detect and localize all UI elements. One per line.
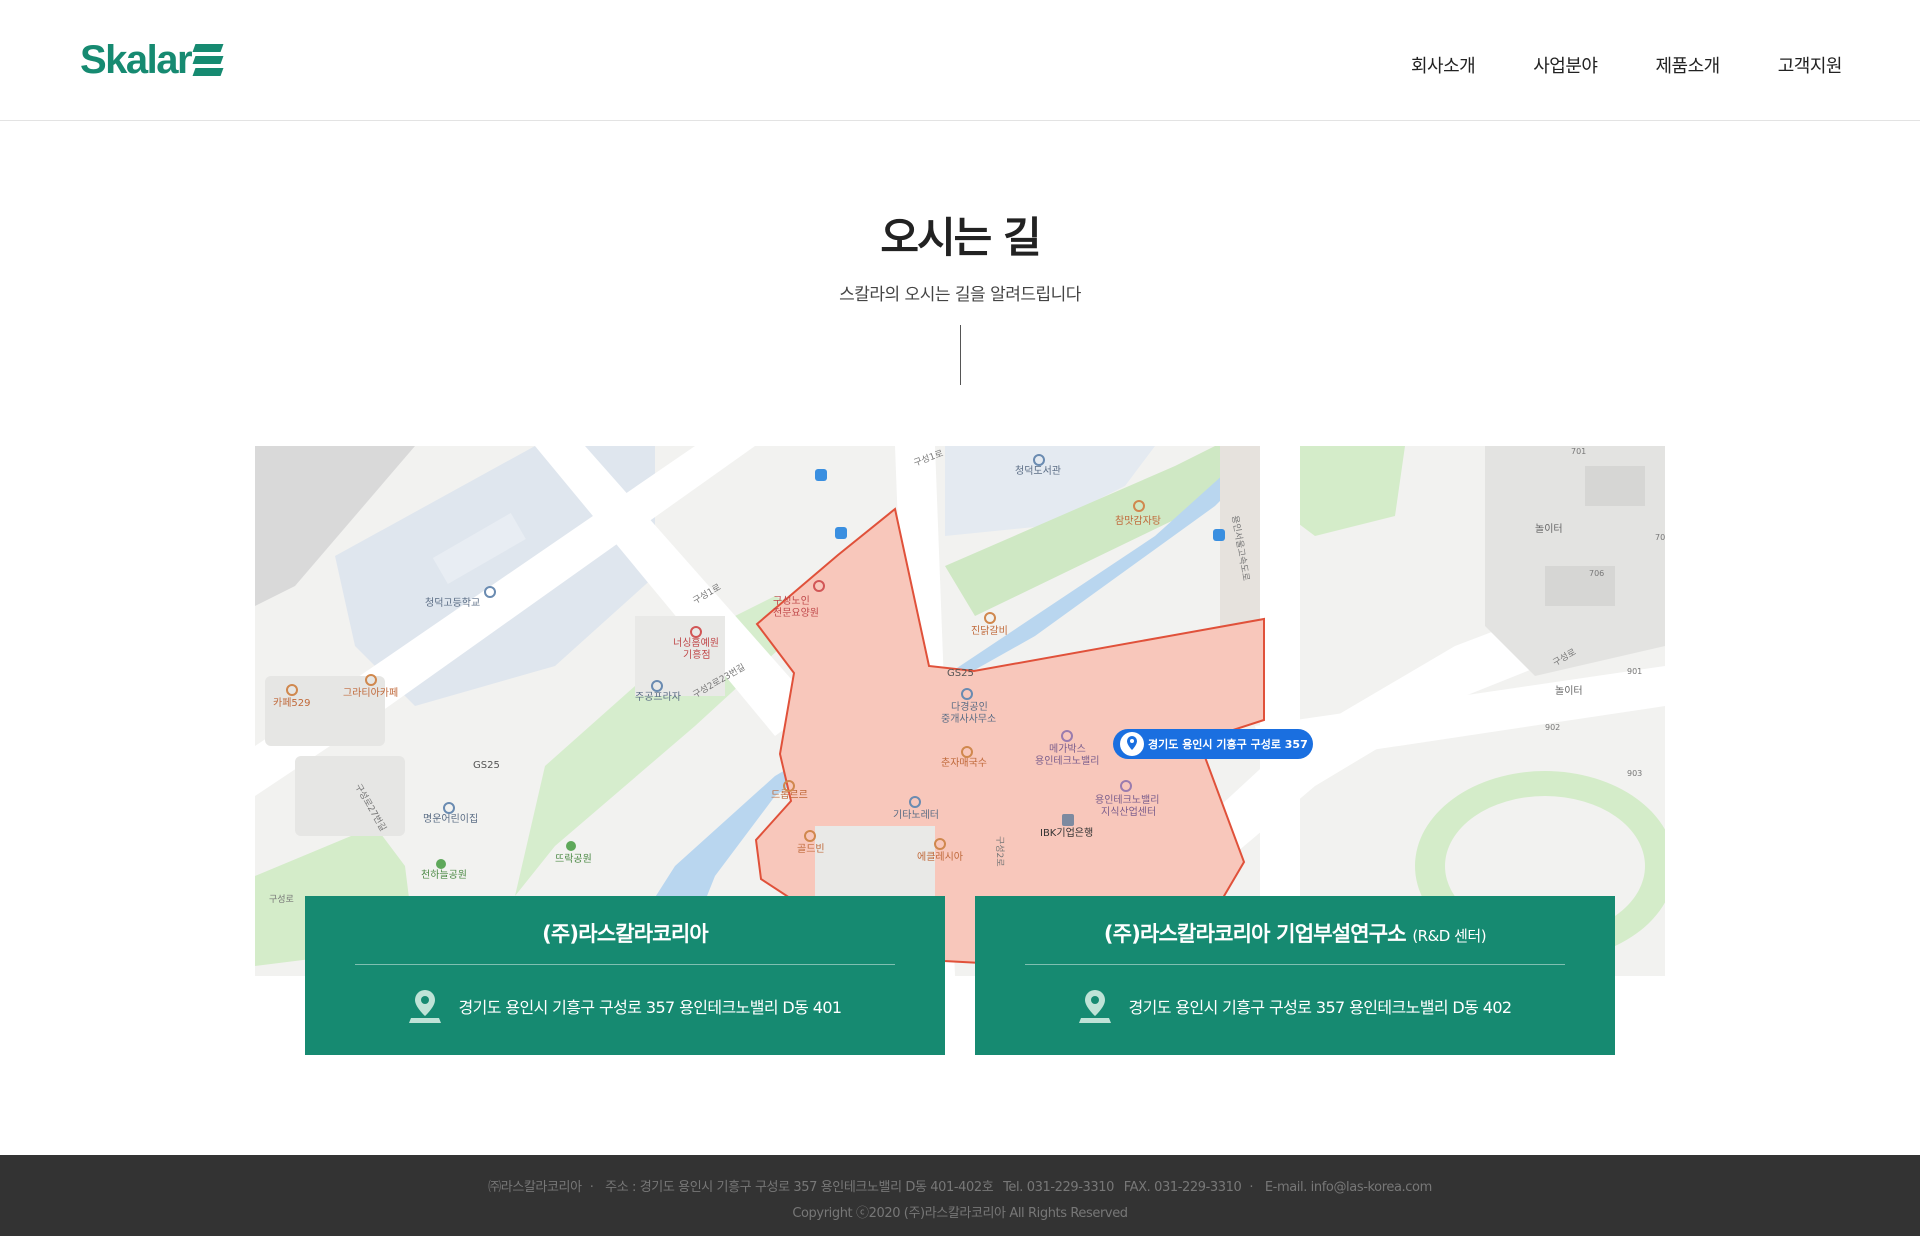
location-name: (주)라스칼라코리아 [542, 922, 709, 946]
location-address: 경기도 용인시 기흥구 구성로 357 용인테크노밸리 D동 402 [1128, 998, 1512, 1017]
map-label-park-2: 천하늘공원 [421, 868, 467, 881]
map-label-realtor-2: 중개사사무소 [941, 713, 996, 725]
footer-email[interactable]: E-mail. info@las-korea.com [1265, 1180, 1432, 1195]
map-label-megabox-1: 메가박스 [1049, 743, 1086, 755]
footer-tel: Tel. 031-229-3310 [1003, 1180, 1114, 1195]
map-label-gs25-a: GS25 [473, 760, 500, 771]
footer-copyright: Copyright ⓒ2020 (주)라스칼라코리아 All Rights Re… [792, 1206, 1128, 1221]
map-label-bldg-70: 70 [1655, 533, 1665, 542]
map-label-school: 청덕고등학교 [425, 597, 480, 609]
nav-item-products[interactable]: 제품소개 [1656, 52, 1721, 78]
map-label-road-4: 구성로 [269, 894, 294, 905]
footer-info: ㈜라스칼라코리아 · 주소 : 경기도 용인시 기흥구 구성로 357 용인테크노… [488, 1180, 1432, 1195]
page-title: 오시는 길 [880, 213, 1041, 262]
map-label-realtor-1: 다경공인 [951, 700, 988, 713]
map-label-bldg-902: 902 [1545, 723, 1560, 732]
map-label-jindak: 진닭갈비 [971, 624, 1008, 637]
main-nav: 회사소개 사업분야 제품소개 고객지원 [1353, 52, 1843, 78]
map-label-bldg-701: 701 [1571, 447, 1586, 456]
map-label-library: 청덕도서관 [1015, 465, 1061, 477]
map-pin-icon [408, 988, 442, 1024]
map-label-gs25-b: GS25 [947, 668, 974, 679]
nav-item-support[interactable]: 고객지원 [1778, 52, 1843, 78]
footer-company: ㈜라스칼라코리아 [488, 1180, 582, 1195]
map-callout-text: 경기도 용인시 기흥구 구성로 357 [1148, 737, 1308, 751]
address-row: 경기도 용인시 기흥구 구성로 357 용인테크노밸리 D동 402 [975, 988, 1615, 1024]
address-row: 경기도 용인시 기흥구 구성로 357 용인테크노밸리 D동 401 [305, 988, 945, 1024]
map-label-hospital-2b: 기흥점 [683, 648, 711, 661]
card-divider [1025, 964, 1565, 965]
card-divider [355, 964, 895, 965]
location-card-hq: (주)라스칼라코리아 경기도 용인시 기흥구 구성로 357 용인테크노밸리 D… [305, 896, 945, 1055]
map-label-bldg-901: 901 [1627, 667, 1642, 676]
page-subtitle: 스칼라의 오시는 길을 알려드립니다 [839, 285, 1081, 305]
map-label-kinder: 명운어린이집 [423, 813, 478, 825]
map-label-techno-2: 지식산업센터 [1101, 805, 1156, 818]
map-label-ecclesia: 에클레시아 [917, 851, 963, 863]
site-footer: ㈜라스칼라코리아 · 주소 : 경기도 용인시 기흥구 구성로 357 용인테크노… [0, 1155, 1920, 1236]
site-header: Skalar 회사소개 사업분야 제품소개 고객지원 [0, 0, 1920, 121]
location-address: 경기도 용인시 기흥구 구성로 357 용인테크노밸리 D동 401 [458, 998, 842, 1017]
logo[interactable]: Skalar [80, 38, 224, 82]
nav-item-business[interactable]: 사업분야 [1533, 52, 1598, 78]
map-label-hospital-1b: 전문요양원 [773, 607, 819, 619]
map-label-plaza: 주공프라자 [635, 691, 681, 703]
footer-fax: FAX. 031-229-3310 [1123, 1180, 1242, 1195]
map-label-techno-1: 용인테크노밸리 [1095, 794, 1159, 806]
map-label-playground-2: 놀이터 [1555, 685, 1583, 697]
logo-text: Skalar [80, 38, 193, 82]
map-label-playground-1: 놀이터 [1535, 523, 1563, 535]
map-label-ibk: IBK기업은행 [1040, 826, 1093, 839]
map-label-hospital-1: 구성노인 [773, 595, 810, 607]
map-label-chuncheon: 춘자매국수 [941, 757, 987, 769]
map-label-bldg-903: 903 [1627, 769, 1642, 778]
map-label-goldbin: 골드빈 [797, 843, 825, 855]
map-label-road-6: 구성2로 [994, 836, 1005, 867]
page-heading: 오시는 길 스칼라의 오시는 길을 알려드립니다 [0, 210, 1920, 305]
map-label-megabox-2: 용인테크노밸리 [1035, 755, 1099, 767]
footer-address: 주소 : 경기도 용인시 기흥구 구성로 357 용인테크노밸리 D동 401-… [605, 1180, 994, 1195]
divider-line [960, 325, 961, 385]
map-label-park-1: 뜨락공원 [555, 853, 592, 865]
nav-item-company[interactable]: 회사소개 [1411, 52, 1476, 78]
location-name: (주)라스칼라코리아 기업부설연구소 (R&D 센터) [1103, 922, 1487, 946]
location-card-rnd: (주)라스칼라코리아 기업부설연구소 (R&D 센터) 경기도 용인시 기흥구 … [975, 896, 1615, 1055]
logo-mark-icon [192, 42, 224, 78]
map-label-guitar: 기타노레터 [893, 809, 939, 821]
location-name-suffix: (R&D 센터) [1412, 927, 1487, 945]
map-callout[interactable]: 경기도 용인시 기흥구 구성로 357 [1113, 729, 1313, 759]
map-label-grazia: 그라티아카페 [343, 687, 398, 699]
map-label-restaurant: 참맛감자탕 [1115, 515, 1161, 527]
map-pin-icon [1078, 988, 1112, 1024]
map-label-bldg-706: 706 [1589, 569, 1604, 578]
map-label-cafe529: 카페529 [273, 697, 311, 709]
